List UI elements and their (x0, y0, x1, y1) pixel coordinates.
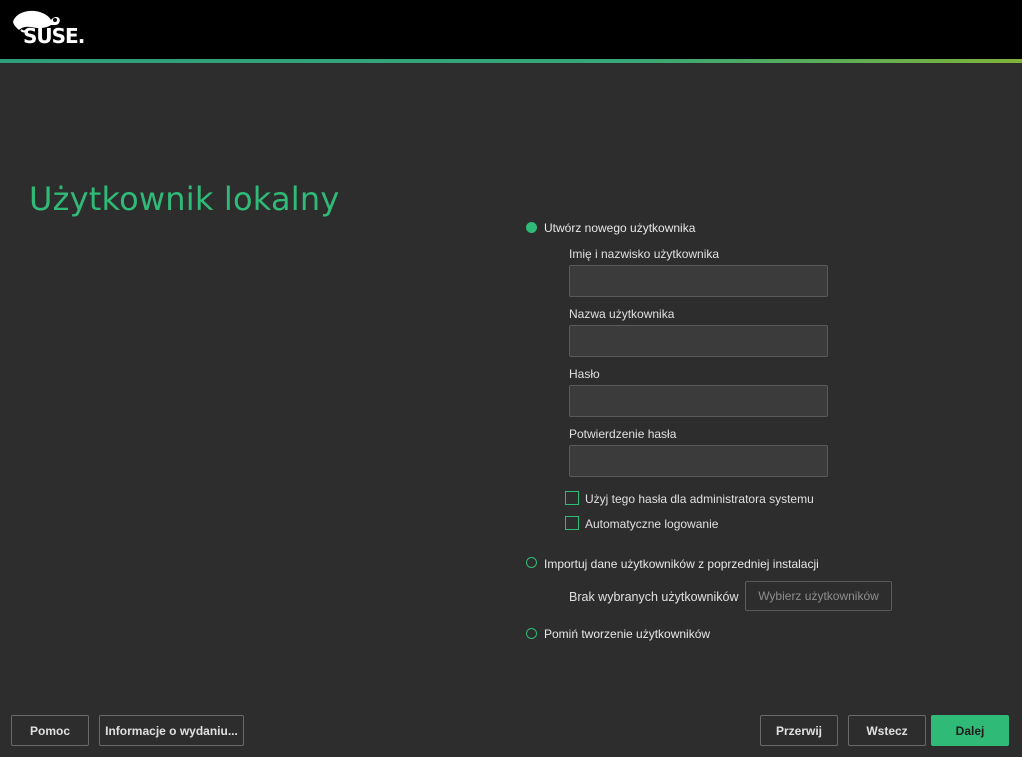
skip-users-radio[interactable] (526, 628, 537, 639)
full-name-input[interactable] (569, 265, 828, 297)
confirm-password-input[interactable] (569, 445, 828, 477)
abort-button[interactable]: Przerwij (760, 715, 838, 746)
import-users-status: Brak wybranych użytkowników (569, 590, 739, 604)
use-for-admin-checkbox[interactable] (565, 491, 579, 505)
import-users-radio-label[interactable]: Importuj dane użytkowników z poprzedniej… (544, 557, 819, 571)
next-button[interactable]: Dalej (931, 715, 1009, 746)
confirm-password-label: Potwierdzenie hasła (569, 427, 677, 441)
choose-users-button[interactable]: Wybierz użytkowników (745, 581, 892, 611)
top-bar: SUSE. (0, 0, 1022, 60)
autologin-label[interactable]: Automatyczne logowanie (585, 517, 718, 531)
help-button[interactable]: Pomoc (11, 715, 89, 746)
brand-name: SUSE. (23, 24, 85, 48)
back-button[interactable]: Wstecz (848, 715, 926, 746)
username-input[interactable] (569, 325, 828, 357)
release-notes-button[interactable]: Informacje o wydaniu... (99, 715, 244, 746)
use-for-admin-label[interactable]: Użyj tego hasła dla administratora syste… (585, 492, 814, 506)
import-users-radio[interactable] (526, 557, 537, 568)
page-title: Użytkownik lokalny (29, 180, 340, 218)
header-accent-line (0, 59, 1022, 63)
username-label: Nazwa użytkownika (569, 307, 675, 321)
skip-users-radio-label[interactable]: Pomiń tworzenie użytkowników (544, 627, 710, 641)
autologin-checkbox[interactable] (565, 516, 579, 530)
create-user-radio-label[interactable]: Utwórz nowego użytkownika (544, 221, 695, 235)
password-input[interactable] (569, 385, 828, 417)
password-label: Hasło (569, 367, 600, 381)
create-user-radio[interactable] (526, 222, 537, 233)
full-name-label: Imię i nazwisko użytkownika (569, 247, 720, 261)
